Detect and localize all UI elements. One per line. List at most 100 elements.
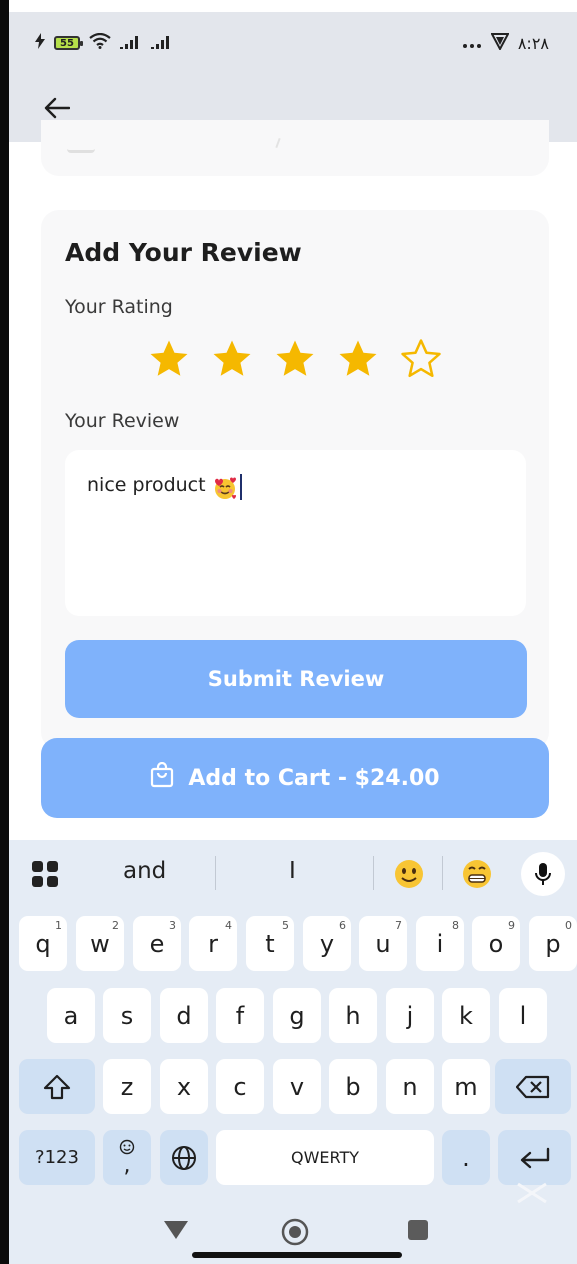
add-review-card: Add Your Review Your Rating Your Review … bbox=[41, 210, 549, 750]
key-j-label: j bbox=[406, 1001, 414, 1030]
keyboard-apps-icon[interactable] bbox=[31, 860, 59, 892]
key-y[interactable]: y6 bbox=[303, 916, 351, 971]
smiling-face-with-hearts-icon bbox=[212, 475, 238, 506]
left-edge-bar bbox=[0, 0, 9, 1264]
shift-key[interactable] bbox=[19, 1059, 95, 1114]
key-hint: 1 bbox=[55, 919, 62, 932]
grinning-face-icon[interactable] bbox=[461, 858, 493, 890]
key-q[interactable]: q1 bbox=[19, 916, 67, 971]
backspace-icon bbox=[516, 1075, 550, 1098]
key-t[interactable]: t5 bbox=[246, 916, 294, 971]
arrow-left-icon bbox=[44, 97, 70, 119]
slightly-smiling-face-icon[interactable] bbox=[393, 858, 425, 890]
soft-keyboard: and I q1w2e3r4t5y6u7i8o9p0asdfghjklzxcvb… bbox=[9, 840, 577, 1200]
previous-review-card bbox=[41, 120, 549, 176]
star-filled-icon[interactable] bbox=[333, 334, 383, 384]
comment-icon bbox=[67, 140, 95, 153]
key-f[interactable]: f bbox=[216, 988, 264, 1043]
nav-home-icon[interactable] bbox=[281, 1218, 309, 1250]
key-a[interactable]: a bbox=[47, 988, 95, 1043]
language-key[interactable] bbox=[160, 1130, 208, 1185]
key-v[interactable]: v bbox=[273, 1059, 321, 1114]
navigation-bar bbox=[9, 1182, 577, 1264]
key-d-label: d bbox=[176, 1001, 192, 1030]
status-time: ٨:٢٨ bbox=[517, 33, 549, 53]
emoji-comma-key[interactable]: , bbox=[103, 1130, 151, 1185]
suggestion-and[interactable]: and bbox=[123, 858, 166, 884]
key-i[interactable]: i8 bbox=[416, 916, 464, 971]
key-hint: 2 bbox=[112, 919, 119, 932]
top-strip bbox=[9, 0, 577, 12]
nav-back-icon[interactable] bbox=[163, 1220, 189, 1244]
globe-icon bbox=[172, 1145, 196, 1170]
rating-label: Your Rating bbox=[65, 296, 173, 318]
key-l[interactable]: l bbox=[499, 988, 547, 1043]
enter-key[interactable] bbox=[498, 1130, 571, 1185]
key-r[interactable]: r4 bbox=[189, 916, 237, 971]
key-z[interactable]: z bbox=[103, 1059, 151, 1114]
suggestion-i[interactable]: I bbox=[289, 858, 296, 884]
star-filled-icon[interactable] bbox=[270, 334, 320, 384]
star-filled-icon[interactable] bbox=[144, 334, 194, 384]
key-x[interactable]: x bbox=[160, 1059, 208, 1114]
microphone-button[interactable] bbox=[521, 852, 565, 896]
add-to-cart-button[interactable]: Add to Cart - $24.00 bbox=[41, 738, 549, 818]
period-key[interactable]: . bbox=[442, 1130, 490, 1185]
add-to-cart-label: Add to Cart - $24.00 bbox=[188, 765, 440, 791]
key-g-label: g bbox=[289, 1001, 305, 1030]
submit-review-button[interactable]: Submit Review bbox=[65, 640, 527, 718]
nav-recents-icon[interactable] bbox=[408, 1220, 428, 1240]
signal-icon bbox=[120, 34, 142, 53]
symbols-key-label: ?123 bbox=[35, 1147, 79, 1168]
text-fragment bbox=[275, 137, 281, 149]
symbols-key[interactable]: ?123 bbox=[19, 1130, 95, 1185]
key-u[interactable]: u7 bbox=[359, 916, 407, 971]
status-right: ٨:٢٨ bbox=[462, 32, 549, 54]
enter-icon bbox=[520, 1147, 549, 1168]
key-m[interactable]: m bbox=[442, 1059, 490, 1114]
space-key-label: QWERTY bbox=[290, 1148, 360, 1167]
key-t-label: t bbox=[265, 929, 275, 958]
more-dots-icon bbox=[462, 34, 482, 53]
key-p[interactable]: p0 bbox=[529, 916, 577, 971]
key-c[interactable]: c bbox=[216, 1059, 264, 1114]
key-o[interactable]: o9 bbox=[472, 916, 520, 971]
key-hint: 6 bbox=[339, 919, 346, 932]
star-filled-icon[interactable] bbox=[207, 334, 257, 384]
key-b[interactable]: b bbox=[329, 1059, 377, 1114]
wifi-icon bbox=[89, 32, 111, 53]
battery-icon: 55 bbox=[54, 36, 83, 50]
key-h[interactable]: h bbox=[329, 988, 377, 1043]
key-s[interactable]: s bbox=[103, 988, 151, 1043]
suggestion-divider bbox=[373, 856, 374, 890]
space-key[interactable]: QWERTY bbox=[216, 1130, 434, 1185]
backspace-key[interactable] bbox=[495, 1059, 571, 1114]
gesture-handle[interactable] bbox=[192, 1252, 402, 1258]
card-title: Add Your Review bbox=[65, 238, 302, 267]
key-k[interactable]: k bbox=[442, 988, 490, 1043]
key-s-label: s bbox=[120, 1001, 134, 1030]
vpn-shield-icon bbox=[490, 32, 510, 54]
status-bar: 55 ٨:٢٨ bbox=[9, 12, 577, 74]
review-label: Your Review bbox=[65, 410, 180, 432]
review-textarea[interactable]: nice product bbox=[65, 450, 526, 616]
key-hint: 4 bbox=[225, 919, 232, 932]
signal-icon bbox=[151, 34, 173, 53]
key-g[interactable]: g bbox=[273, 988, 321, 1043]
status-left: 55 bbox=[35, 32, 173, 53]
key-d[interactable]: d bbox=[160, 988, 208, 1043]
key-hint: 8 bbox=[452, 919, 459, 932]
key-e[interactable]: e3 bbox=[133, 916, 181, 971]
star-outline-icon[interactable] bbox=[396, 334, 446, 384]
key-j[interactable]: j bbox=[386, 988, 434, 1043]
key-e-label: e bbox=[149, 929, 165, 958]
charging-icon bbox=[35, 33, 45, 53]
key-h-label: h bbox=[345, 1001, 361, 1030]
key-w-label: w bbox=[90, 929, 110, 958]
shopping-bag-icon bbox=[150, 761, 174, 794]
microphone-icon bbox=[535, 863, 551, 885]
key-y-label: y bbox=[319, 929, 335, 958]
key-w[interactable]: w2 bbox=[76, 916, 124, 971]
key-n[interactable]: n bbox=[386, 1059, 434, 1114]
period-key-label: . bbox=[462, 1143, 470, 1172]
